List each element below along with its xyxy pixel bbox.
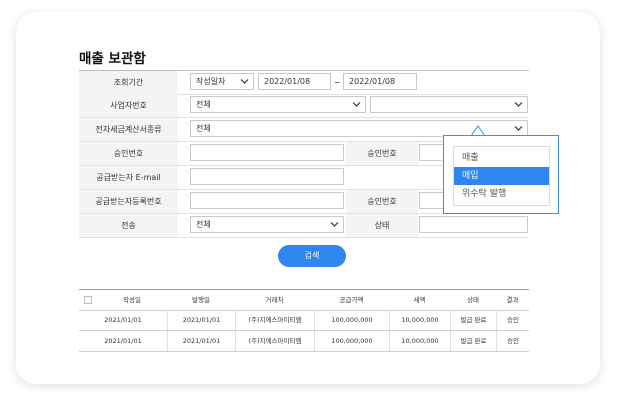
header-cell: 공급가액 [339, 296, 364, 304]
cell-written-date: 2021/01/01 [104, 337, 142, 345]
search-button[interactable]: 검색 [278, 245, 346, 267]
header-cell: 결과 [506, 296, 519, 304]
form-row-transmit: 전송 전체 상태 [79, 214, 529, 238]
dropdown-option-list: 매출 매입 위수탁 발행 [453, 146, 550, 206]
transmit-select[interactable]: 전체 [190, 216, 344, 233]
biz-no-select[interactable]: 전체 [190, 96, 366, 113]
cell-issue-date: 2021/01/01 [167, 331, 235, 351]
reg-approval-label: 승인번호 [346, 190, 418, 213]
doc-type-dropdown: 매출 매입 위수탁 발행 [443, 135, 559, 214]
dropdown-option-sales[interactable]: 매출 [454, 149, 549, 167]
email-label: 공급받는자 E-mail [79, 166, 178, 189]
dropdown-option-purchase[interactable]: 매입 [454, 167, 549, 185]
cell-status: 발급 완료 [450, 310, 496, 330]
table-row[interactable]: 2021/01/01 2021/01/01 (주)지에스아이티엠 100,000… [79, 331, 529, 352]
cell-written-date: 2021/01/01 [104, 316, 142, 324]
approval-no-label: 승인번호 [79, 142, 178, 165]
approval-no-input[interactable] [190, 144, 344, 161]
date-to-value: 2022/01/08 [349, 77, 396, 86]
transmit-value: 전체 [196, 220, 211, 229]
header-cell: 발행일 [192, 296, 210, 304]
chevron-down-icon [514, 126, 523, 131]
reg-no-input[interactable] [190, 192, 344, 209]
cell-supply-amount: 100,000,000 [314, 331, 389, 351]
date-range-separator: ~ [334, 78, 341, 87]
page-title: 매출 보관함 [79, 51, 146, 67]
status-label: 상태 [346, 214, 418, 237]
date-to-input[interactable]: 2022/01/08 [343, 73, 417, 90]
email-input[interactable] [190, 168, 344, 185]
cell-supply-amount: 100,000,000 [314, 310, 389, 330]
chevron-down-icon [352, 102, 361, 107]
status-input[interactable] [419, 216, 528, 233]
reg-no-label: 공급받는자등록번호 [79, 190, 178, 213]
date-from-value: 2022/01/08 [264, 77, 311, 86]
biz-no-label: 사업자번호 [79, 94, 178, 117]
cell-issue-date: 2021/01/01 [167, 310, 235, 330]
cell-status: 발급 완료 [450, 331, 496, 351]
cell-partner: (주)지에스아이티엠 [235, 331, 314, 351]
date-type-value: 작성일자 [196, 77, 226, 86]
form-row-biz-no: 사업자번호 전체 [79, 94, 529, 118]
cell-tax: 10,000,000 [389, 331, 450, 351]
chevron-down-icon [514, 102, 523, 107]
cell-partner: (주)지에스아이티엠 [235, 310, 314, 330]
chevron-down-icon [330, 222, 339, 227]
date-type-select[interactable]: 작성일자 [190, 73, 254, 90]
doc-type-label: 전자세금계산서종류 [79, 118, 178, 141]
table-header-row: 작성일 발행일 거래처 공급가액 세액 상태 결과 [79, 289, 529, 311]
approval-no-label-2: 승인번호 [346, 142, 418, 165]
biz-no-value: 전체 [196, 100, 211, 109]
select-all-checkbox[interactable] [84, 296, 92, 304]
chevron-down-icon [240, 79, 249, 84]
cell-tax: 10,000,000 [389, 310, 450, 330]
date-from-input[interactable]: 2022/01/08 [258, 73, 331, 90]
form-row-period: 조회기간 작성일자 2022/01/08 ~ 2022/01/08 [79, 70, 529, 95]
table-row[interactable]: 2021/01/01 2021/01/01 (주)지에스아이티엠 100,000… [79, 310, 529, 331]
header-cell: 세액 [413, 296, 426, 304]
transmit-label: 전송 [79, 214, 178, 237]
period-label: 조회기간 [79, 71, 178, 94]
biz-no-sub-select[interactable] [370, 96, 528, 113]
header-cell: 작성일 [123, 296, 141, 304]
cell-result: 승인 [496, 310, 529, 330]
cell-result: 승인 [496, 331, 529, 351]
dropdown-option-consignment[interactable]: 위수탁 발행 [454, 185, 549, 203]
header-cell: 상태 [467, 296, 479, 304]
header-cell: 거래처 [265, 296, 284, 304]
doc-type-value: 전체 [196, 124, 211, 133]
